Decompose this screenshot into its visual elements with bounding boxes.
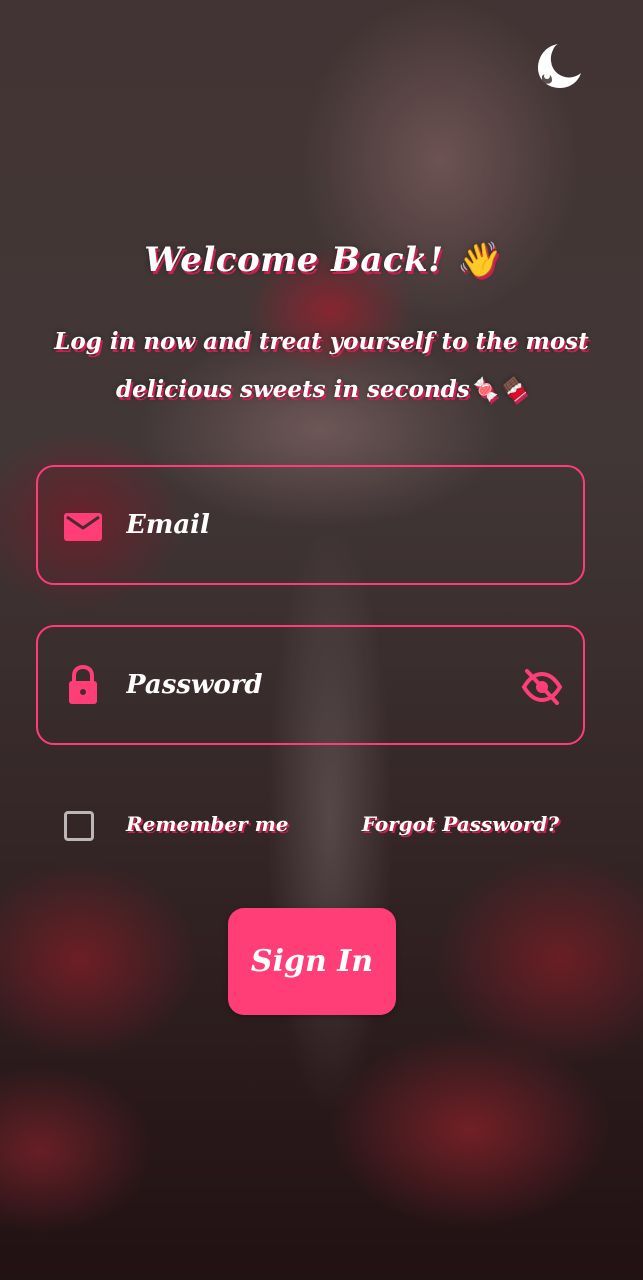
moon-logo-icon: [538, 44, 581, 88]
welcome-title: Welcome Back! 👋: [144, 240, 499, 280]
password-input[interactable]: [126, 657, 506, 713]
welcome-subtitle: Log in now and treat yourself to the mos…: [54, 328, 589, 403]
remember-label: Remember me: [126, 812, 289, 836]
lock-icon: [69, 665, 97, 704]
email-input[interactable]: [126, 497, 506, 553]
eye-off-icon[interactable]: [521, 667, 563, 707]
mail-icon: [64, 513, 102, 541]
forgot-password-link[interactable]: Forgot Password?: [362, 812, 559, 836]
email-field[interactable]: [36, 465, 585, 585]
remember-checkbox[interactable]: [64, 811, 94, 841]
sign-in-button[interactable]: Sign In: [228, 908, 396, 1015]
login-screen: Welcome Back! 👋 Log in now and treat you…: [0, 0, 643, 1280]
password-field[interactable]: [36, 625, 585, 745]
